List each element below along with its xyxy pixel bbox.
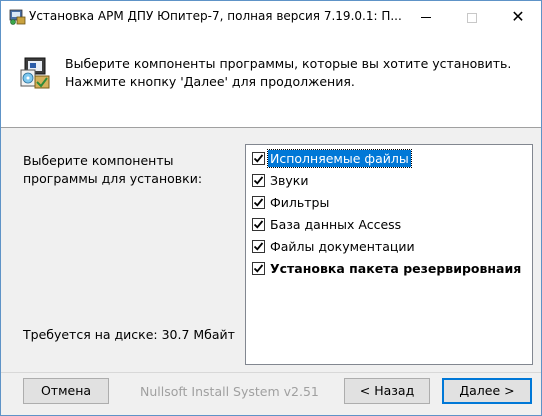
maximize-button bbox=[449, 1, 495, 32]
next-button[interactable]: Далее > bbox=[442, 378, 532, 404]
disk-space-label: Требуется на диске: 30.7 Мбайт bbox=[23, 327, 235, 342]
installer-app-icon bbox=[9, 8, 26, 25]
checkbox-executables[interactable] bbox=[252, 152, 265, 165]
components-prompt: Выберите компоненты программы для устано… bbox=[23, 152, 202, 188]
close-icon: ✕ bbox=[511, 7, 525, 26]
component-label-sounds: Звуки bbox=[270, 173, 309, 188]
component-label-access-db: База данных Access bbox=[270, 217, 402, 232]
back-button[interactable]: < Назад bbox=[344, 378, 430, 404]
components-prompt-line-1: Выберите компоненты bbox=[23, 153, 174, 168]
components-prompt-line-2: программы для установки: bbox=[23, 171, 203, 186]
title-bar[interactable]: Установка АРМ ДПУ Юпитер-7, полная верси… bbox=[1, 1, 541, 32]
component-label-filters: Фильтры bbox=[270, 195, 330, 210]
cancel-button[interactable]: Отмена bbox=[23, 378, 109, 404]
nsis-branding: Nullsoft Install System v2.51 bbox=[140, 384, 319, 399]
maximize-icon bbox=[467, 12, 477, 23]
components-list[interactable]: Исполняемые файлы Звуки Фильтры База дан… bbox=[245, 144, 533, 365]
close-button[interactable]: ✕ bbox=[495, 1, 541, 32]
header-line-1: Выберите компоненты программы, которые в… bbox=[65, 56, 512, 71]
checkbox-backup-package[interactable] bbox=[252, 262, 265, 275]
minimize-icon bbox=[421, 17, 431, 18]
footer-divider bbox=[1, 372, 541, 373]
checkbox-filters[interactable] bbox=[252, 196, 265, 209]
header-line-2: Нажмите кнопку 'Далее' для продолжения. bbox=[65, 74, 355, 89]
minimize-button[interactable] bbox=[403, 1, 449, 32]
header-instructions: Выберите компоненты программы, которые в… bbox=[65, 55, 511, 91]
checkbox-docs[interactable] bbox=[252, 240, 265, 253]
installer-window: Установка АРМ ДПУ Юпитер-7, полная верси… bbox=[0, 0, 542, 416]
component-label-docs: Файлы документации bbox=[270, 239, 415, 254]
component-label-backup-package: Установка пакета резервировнаия bbox=[270, 261, 522, 276]
window-title: Установка АРМ ДПУ Юпитер-7, полная верси… bbox=[29, 9, 402, 23]
installer-components-icon bbox=[19, 56, 51, 90]
header-panel: Выберите компоненты программы, которые в… bbox=[1, 32, 541, 128]
checkbox-access-db[interactable] bbox=[252, 218, 265, 231]
checkbox-sounds[interactable] bbox=[252, 174, 265, 187]
component-label-executables: Исполняемые файлы bbox=[267, 149, 412, 168]
